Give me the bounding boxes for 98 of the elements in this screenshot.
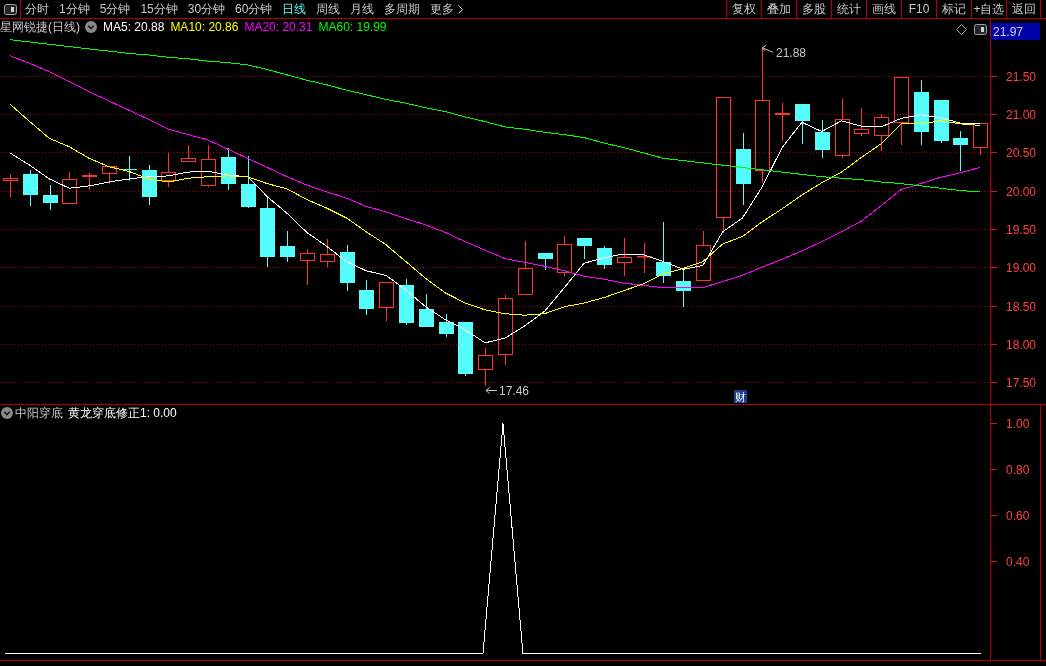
period-tab[interactable]: 周线 — [316, 3, 341, 15]
candlestick — [775, 102, 790, 142]
candlestick — [379, 282, 394, 322]
candlestick — [617, 237, 632, 277]
leader-arrow — [762, 44, 774, 53]
y-axis-label: 19.50 — [1006, 223, 1037, 237]
y-axis-label: 18.00 — [1006, 337, 1037, 352]
y-axis-label: 0.40 — [1006, 554, 1030, 569]
candlestick — [953, 130, 968, 172]
moving-average-value: MA5: 20.88 — [103, 21, 165, 33]
candlestick — [795, 104, 810, 145]
chevron-down-icon[interactable] — [85, 21, 97, 33]
candlestick — [894, 77, 909, 146]
y-axis-label: 20.50 — [1006, 146, 1037, 161]
diamond-icon[interactable] — [956, 24, 967, 35]
candlestick — [181, 144, 196, 162]
period-tab[interactable]: 1分钟 — [59, 3, 90, 15]
candlestick — [142, 164, 157, 206]
y-axis-label: 18.50 — [1006, 299, 1037, 314]
candlestick — [597, 245, 612, 270]
candlestick — [854, 107, 869, 137]
candlestick — [577, 238, 592, 260]
y-axis-label: 21.00 — [1006, 108, 1037, 123]
more-menu[interactable]: 更多 — [430, 3, 464, 15]
y-axis-label: 20.00 — [1006, 184, 1037, 199]
toolbar-button[interactable]: 复权 — [726, 0, 761, 18]
candlestick — [498, 294, 513, 366]
y-axis-label: 21.50 — [1006, 69, 1037, 84]
candlestick — [23, 169, 38, 207]
candlestick — [201, 144, 216, 188]
panel-icon[interactable] — [3, 3, 17, 15]
candlestick — [419, 293, 434, 327]
y-axis-label: 19.00 — [1006, 261, 1037, 276]
candlestick — [161, 152, 176, 188]
indicator-reading: 黄龙穿底修正1: 0.00 — [68, 407, 177, 419]
y-axis-label: 1.00 — [1006, 416, 1030, 431]
moving-average-value: MA60: 19.99 — [318, 21, 387, 33]
toolbar-button[interactable]: 画线 — [866, 0, 901, 18]
candlestick — [973, 123, 988, 156]
candlestick — [241, 155, 256, 209]
price-tag: 21.97 — [991, 23, 1040, 40]
indicator-name: 中阳穿底 — [15, 407, 63, 419]
toolbar-button[interactable]: 返回 — [1006, 0, 1041, 18]
moving-average-value: MA20: 20.31 — [244, 21, 313, 33]
period-tab[interactable]: 日线 — [282, 3, 307, 15]
candlestick — [538, 253, 553, 271]
toolbar-button[interactable]: 统计 — [831, 0, 866, 18]
candlestick — [874, 113, 889, 152]
candlestick — [102, 166, 117, 185]
candlestick — [439, 313, 454, 338]
candlestick — [914, 79, 929, 146]
high-price-label: 21.88 — [776, 45, 807, 60]
candlestick — [359, 279, 374, 316]
chevron-down-icon[interactable] — [1, 407, 13, 419]
candlestick — [815, 119, 830, 159]
y-axis-label: 0.60 — [1006, 508, 1030, 523]
period-tab[interactable]: 5分钟 — [99, 3, 131, 15]
candlestick — [696, 230, 711, 281]
candlestick — [340, 244, 355, 292]
candlestick — [62, 171, 77, 204]
candlestick — [458, 322, 473, 377]
candlestick — [280, 230, 295, 263]
chevron-right-icon — [458, 4, 464, 14]
low-price-label: 17.46 — [499, 384, 530, 398]
candlestick — [676, 269, 691, 308]
candlestick — [320, 238, 335, 268]
period-tab[interactable]: 60分钟 — [235, 3, 273, 15]
candlestick — [43, 184, 58, 211]
toolbar-button[interactable]: +自选 — [971, 0, 1006, 18]
chart-title: 星网锐捷(日线) — [0, 21, 80, 33]
period-tab[interactable]: 月线 — [350, 3, 375, 15]
candlestick — [518, 240, 533, 295]
period-tab[interactable]: 30分钟 — [187, 3, 226, 15]
moving-average-value: MA10: 20.86 — [170, 21, 239, 33]
candlestick — [637, 242, 652, 274]
toolbar-button[interactable]: 标记 — [936, 0, 971, 18]
candlestick — [221, 147, 236, 191]
candlestick — [82, 172, 97, 191]
finance-badge[interactable]: 财 — [734, 390, 747, 403]
candlestick — [557, 235, 572, 277]
candlestick — [399, 278, 414, 326]
period-tab[interactable]: 分时 — [25, 3, 49, 15]
candlestick — [3, 173, 18, 198]
y-axis-label: 17.50 — [1006, 376, 1037, 391]
leader-arrow — [485, 387, 498, 394]
candlestick — [122, 155, 137, 182]
toolbar-button[interactable]: 多股 — [796, 0, 831, 18]
panel-icon[interactable] — [974, 24, 987, 35]
candlestick — [300, 248, 315, 286]
candlestick — [934, 100, 949, 144]
toolbar-button[interactable]: 叠加 — [761, 0, 796, 18]
toolbar-button[interactable]: F10 — [901, 0, 936, 18]
period-tab[interactable]: 15分钟 — [140, 3, 178, 15]
period-tab[interactable]: 多周期 — [384, 3, 421, 15]
y-axis-label: 0.80 — [1006, 462, 1030, 477]
candlestick — [835, 98, 850, 159]
candlestick — [478, 347, 493, 387]
candlestick — [656, 221, 671, 284]
